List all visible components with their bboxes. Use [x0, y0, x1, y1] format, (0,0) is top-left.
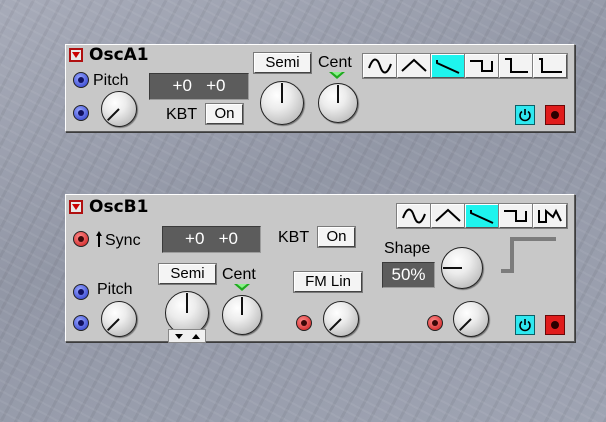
triangle-wave-button[interactable] — [430, 203, 466, 229]
shape-label: Shape — [384, 240, 431, 257]
sine-wave-icon — [402, 208, 426, 224]
pulse-wave-button[interactable] — [498, 53, 534, 79]
shape-preview-graph — [501, 237, 556, 273]
pitch-mod-knob[interactable] — [101, 301, 137, 337]
cent-label: Cent — [318, 54, 352, 71]
sine-wave-button[interactable] — [396, 203, 432, 229]
cent-center-indicator — [329, 72, 345, 79]
pitch-input-port[interactable] — [73, 72, 89, 88]
shape-mod-input-port[interactable] — [427, 315, 443, 331]
sine-wave-icon — [368, 58, 392, 74]
cent-knob[interactable] — [222, 295, 262, 335]
narrow-pulse-wave-button[interactable] — [532, 53, 568, 79]
fm-lin-button[interactable]: FM Lin — [293, 271, 363, 293]
record-button[interactable] — [545, 315, 565, 335]
kbt-toggle-button[interactable]: On — [317, 226, 356, 248]
square-wave-icon — [470, 60, 493, 72]
pitch-mod-input-port[interactable] — [73, 315, 89, 331]
spin-down-icon — [175, 334, 183, 339]
kbt-label: KBT — [166, 106, 198, 123]
shape-display: 50% — [382, 262, 435, 288]
narrow-pulse-wave-icon — [539, 58, 562, 73]
saw-pulse-wave-button[interactable] — [532, 203, 568, 229]
power-icon — [519, 319, 531, 332]
pitch-label: Pitch — [97, 281, 133, 298]
fm-amount-knob[interactable] — [323, 301, 359, 337]
power-button[interactable] — [515, 105, 535, 125]
sine-wave-button[interactable] — [362, 53, 398, 79]
sync-arrow-icon — [96, 231, 102, 247]
osc-b1-module: OscB1 Sync +0 +0 KBT On Pitch Semi Cent … — [65, 194, 575, 343]
module-menu-button[interactable] — [69, 200, 83, 214]
square-wave-button[interactable] — [464, 53, 500, 79]
shape-mod-knob[interactable] — [453, 301, 489, 337]
triangle-wave-icon — [435, 208, 461, 222]
sync-input-port[interactable] — [73, 231, 89, 247]
cent-center-indicator — [234, 284, 250, 291]
saw-wave-button[interactable] — [464, 203, 500, 229]
module-title: OscA1 — [89, 45, 149, 65]
kbt-toggle-button[interactable]: On — [205, 103, 244, 125]
power-icon — [519, 109, 531, 122]
triangle-wave-button[interactable] — [396, 53, 432, 79]
pitch-display: +0 +0 — [149, 73, 249, 100]
pulse-wave-icon — [505, 58, 528, 73]
spin-up-icon — [192, 334, 200, 339]
semi-spinner[interactable] — [168, 329, 206, 343]
saw-wave-icon — [436, 60, 460, 74]
pitch-input-port[interactable] — [73, 284, 89, 300]
osc-a1-module: OscA1 Pitch +0 +0 KBT On Semi Cent — [65, 44, 575, 132]
pitch-label: Pitch — [93, 72, 129, 89]
saw-wave-button[interactable] — [430, 53, 466, 79]
semi-button[interactable]: Semi — [158, 263, 217, 285]
semi-button[interactable]: Semi — [253, 52, 312, 74]
fm-input-port[interactable] — [296, 315, 312, 331]
cent-knob[interactable] — [318, 83, 358, 123]
pitch-mod-knob[interactable] — [101, 91, 137, 127]
cent-label: Cent — [222, 266, 256, 283]
kbt-label: KBT — [278, 229, 310, 246]
power-button[interactable] — [515, 315, 535, 335]
sync-label: Sync — [105, 232, 141, 249]
module-title: OscB1 — [89, 197, 149, 217]
square-wave-icon — [504, 210, 527, 222]
saw-wave-icon — [470, 210, 494, 224]
square-wave-button[interactable] — [498, 203, 534, 229]
triangle-wave-icon — [401, 58, 427, 72]
shape-knob[interactable] — [441, 247, 483, 289]
desktop: { "osc_a": { "title": "OscA1", "pitch_la… — [0, 0, 606, 422]
module-menu-button[interactable] — [69, 48, 83, 62]
record-button[interactable] — [545, 105, 565, 125]
pitch-display: +0 +0 — [162, 226, 261, 253]
saw-pulse-wave-icon — [538, 208, 562, 223]
semi-knob[interactable] — [260, 81, 304, 125]
pitch-mod-input-port[interactable] — [73, 105, 89, 121]
